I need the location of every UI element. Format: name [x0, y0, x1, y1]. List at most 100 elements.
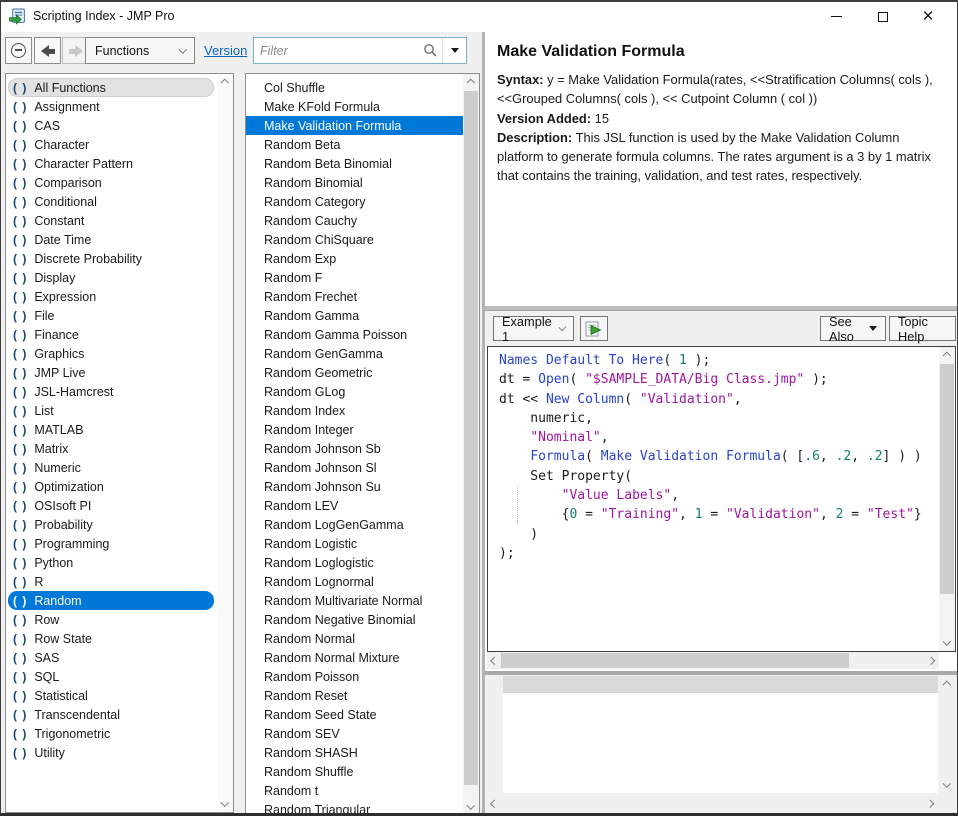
script-code[interactable]: Names Default To Here( 1 );dt = Open( "$… [488, 347, 939, 651]
function-item-random-seed-state[interactable]: Random Seed State [246, 705, 463, 724]
category-item-trigonometric[interactable]: ( )Trigonometric [8, 724, 214, 743]
category-item-probability[interactable]: ( )Probability [8, 515, 214, 534]
function-item-random-glog[interactable]: Random GLog [246, 382, 463, 401]
back-button[interactable] [34, 37, 61, 64]
function-item-col-shuffle[interactable]: Col Shuffle [246, 78, 463, 97]
function-item-random-johnson-sl[interactable]: Random Johnson Sl [246, 458, 463, 477]
function-item-random-beta-binomial[interactable]: Random Beta Binomial [246, 154, 463, 173]
function-item-random-lev[interactable]: Random LEV [246, 496, 463, 515]
category-item-character[interactable]: ( )Character [8, 135, 214, 154]
filter-dropdown-button[interactable] [442, 38, 466, 63]
scroll-up-button[interactable] [938, 676, 955, 692]
function-item-make-validation-formula[interactable]: Make Validation Formula [246, 116, 463, 135]
category-item-sql[interactable]: ( )SQL [8, 667, 214, 686]
category-item-conditional[interactable]: ( )Conditional [8, 192, 214, 211]
category-item-transcendental[interactable]: ( )Transcendental [8, 705, 214, 724]
function-item-random-loggengamma[interactable]: Random LogGenGamma [246, 515, 463, 534]
function-item-random-multivariate-normal[interactable]: Random Multivariate Normal [246, 591, 463, 610]
editor-horizontal-scrollbar[interactable] [487, 652, 939, 669]
function-item-random-t[interactable]: Random t [246, 781, 463, 800]
function-item-random-frechet[interactable]: Random Frechet [246, 287, 463, 306]
scroll-down-button[interactable] [938, 777, 955, 793]
category-item-expression[interactable]: ( )Expression [8, 287, 214, 306]
category-item-display[interactable]: ( )Display [8, 268, 214, 287]
function-item-random-gamma-poisson[interactable]: Random Gamma Poisson [246, 325, 463, 344]
category-item-numeric[interactable]: ( )Numeric [8, 458, 214, 477]
function-item-random-category[interactable]: Random Category [246, 192, 463, 211]
version-link[interactable]: Version [204, 43, 247, 58]
category-item-list[interactable]: ( )List [8, 401, 214, 420]
category-item-finance[interactable]: ( )Finance [8, 325, 214, 344]
category-item-row[interactable]: ( )Row [8, 610, 214, 629]
scroll-down-button[interactable] [939, 635, 955, 651]
category-item-assignment[interactable]: ( )Assignment [8, 97, 214, 116]
category-item-utility[interactable]: ( )Utility [8, 743, 214, 762]
category-item-python[interactable]: ( )Python [8, 553, 214, 572]
function-item-random-gamma[interactable]: Random Gamma [246, 306, 463, 325]
topic-help-button[interactable]: Topic Help [889, 316, 956, 341]
maximize-button[interactable] [866, 2, 900, 31]
see-also-button[interactable]: See Also [820, 316, 886, 341]
category-item-constant[interactable]: ( )Constant [8, 211, 214, 230]
output-horizontal-scrollbar[interactable] [487, 795, 938, 812]
scroll-up-button[interactable] [463, 74, 479, 90]
category-item-cas[interactable]: ( )CAS [8, 116, 214, 135]
function-item-random-johnson-su[interactable]: Random Johnson Su [246, 477, 463, 496]
function-item-random-beta[interactable]: Random Beta [246, 135, 463, 154]
function-item-random-sev[interactable]: Random SEV [246, 724, 463, 743]
function-item-random-shash[interactable]: Random SHASH [246, 743, 463, 762]
function-item-make-kfold-formula[interactable]: Make KFold Formula [246, 97, 463, 116]
function-item-random-binomial[interactable]: Random Binomial [246, 173, 463, 192]
view-mode-select[interactable]: Functions [85, 37, 195, 64]
scrollbar-thumb[interactable] [501, 653, 849, 668]
scrollbar-thumb[interactable] [940, 364, 954, 594]
function-item-random-lognormal[interactable]: Random Lognormal [246, 572, 463, 591]
scroll-right-button[interactable] [922, 795, 938, 812]
category-item-programming[interactable]: ( )Programming [8, 534, 214, 553]
function-item-random-cauchy[interactable]: Random Cauchy [246, 211, 463, 230]
category-item-comparison[interactable]: ( )Comparison [8, 173, 214, 192]
scrollbar-thumb[interactable] [464, 91, 478, 785]
category-item-discrete-probability[interactable]: ( )Discrete Probability [8, 249, 214, 268]
function-item-random-normal-mixture[interactable]: Random Normal Mixture [246, 648, 463, 667]
category-item-character-pattern[interactable]: ( )Character Pattern [8, 154, 214, 173]
function-scrollbar[interactable] [463, 74, 479, 815]
category-item-r[interactable]: ( )R [8, 572, 214, 591]
category-item-matlab[interactable]: ( )MATLAB [8, 420, 214, 439]
category-item-random[interactable]: ( )Random [8, 591, 214, 610]
category-item-file[interactable]: ( )File [8, 306, 214, 325]
category-item-graphics[interactable]: ( )Graphics [8, 344, 214, 363]
scroll-down-button[interactable] [463, 799, 479, 815]
function-item-random-triangular[interactable]: Random Triangular [246, 800, 463, 815]
function-item-random-shuffle[interactable]: Random Shuffle [246, 762, 463, 781]
function-item-random-negative-binomial[interactable]: Random Negative Binomial [246, 610, 463, 629]
category-item-date-time[interactable]: ( )Date Time [8, 230, 214, 249]
function-item-random-integer[interactable]: Random Integer [246, 420, 463, 439]
function-item-random-loglogistic[interactable]: Random Loglogistic [246, 553, 463, 572]
run-script-button[interactable] [580, 316, 608, 341]
scroll-up-button[interactable] [217, 74, 233, 90]
function-item-random-normal[interactable]: Random Normal [246, 629, 463, 648]
scroll-left-button[interactable] [487, 795, 503, 812]
function-item-random-poisson[interactable]: Random Poisson [246, 667, 463, 686]
collapse-button[interactable] [5, 37, 32, 64]
scroll-up-button[interactable] [939, 347, 955, 363]
function-item-random-gengamma[interactable]: Random GenGamma [246, 344, 463, 363]
category-item-jmp-live[interactable]: ( )JMP Live [8, 363, 214, 382]
function-item-random-logistic[interactable]: Random Logistic [246, 534, 463, 553]
function-item-random-johnson-sb[interactable]: Random Johnson Sb [246, 439, 463, 458]
category-item-all-functions[interactable]: ( )All Functions [8, 78, 214, 97]
close-button[interactable]: × [911, 2, 945, 31]
category-scrollbar[interactable] [217, 74, 233, 812]
scroll-right-button[interactable] [923, 652, 939, 669]
example-select[interactable]: Example 1 [493, 316, 574, 341]
category-item-osisoft-pi[interactable]: ( )OSIsoft PI [8, 496, 214, 515]
output-vertical-scrollbar[interactable] [938, 676, 955, 793]
function-item-random-reset[interactable]: Random Reset [246, 686, 463, 705]
category-item-statistical[interactable]: ( )Statistical [8, 686, 214, 705]
category-item-row-state[interactable]: ( )Row State [8, 629, 214, 648]
function-item-random-geometric[interactable]: Random Geometric [246, 363, 463, 382]
category-item-optimization[interactable]: ( )Optimization [8, 477, 214, 496]
filter-input[interactable] [254, 44, 423, 58]
function-item-random-exp[interactable]: Random Exp [246, 249, 463, 268]
